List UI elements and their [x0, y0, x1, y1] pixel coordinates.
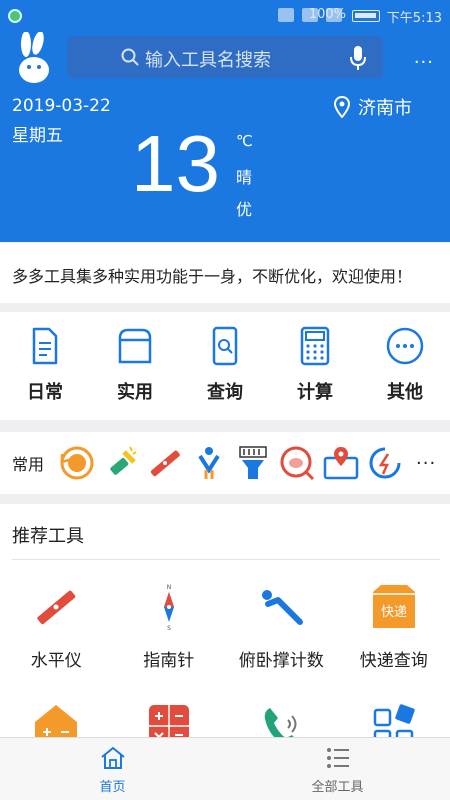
compass-icon: N S: [163, 584, 174, 632]
nav-all-tools-label: 全部工具: [311, 780, 364, 795]
level-icon[interactable]: [146, 444, 184, 482]
tool-label: 水平仪: [30, 651, 82, 671]
frequent-more-button[interactable]: ···: [416, 453, 436, 474]
temperature: 13: [131, 119, 220, 208]
bottom-nav: 首页 全部工具: [0, 737, 450, 800]
tool-level[interactable]: 水平仪: [0, 582, 113, 702]
home-icon: [100, 746, 125, 769]
recommended-title: 推荐工具: [12, 526, 84, 547]
flashlight-icon[interactable]: [102, 444, 140, 482]
notification-icon: [8, 9, 22, 23]
list-icon: [326, 748, 349, 768]
mute-icon: [278, 8, 294, 22]
category-query[interactable]: 查询: [180, 312, 270, 420]
location-selector[interactable]: 济南市: [334, 94, 412, 120]
more-menu-icon[interactable]: ···: [414, 52, 434, 73]
category-label: 查询: [207, 382, 243, 403]
nav-home[interactable]: 首页: [0, 738, 225, 800]
category-daily[interactable]: 日常: [0, 312, 90, 420]
category-calculate[interactable]: 计算: [270, 312, 360, 420]
search-icon: [121, 48, 139, 66]
weather-condition: 晴: [236, 168, 253, 187]
tool-pushup[interactable]: 俯卧撑计数: [225, 582, 338, 702]
svg-text:N: N: [167, 584, 172, 591]
pig-search-icon[interactable]: [278, 444, 316, 482]
search-bar[interactable]: 输入工具名搜索: [67, 36, 383, 78]
notice-banner: 多多工具集多种实用功能于一身，不断优化，欢迎使用！: [0, 243, 450, 303]
category-practical[interactable]: 实用: [90, 312, 180, 420]
battery-icon: [352, 10, 380, 22]
speed-test-icon[interactable]: [366, 444, 404, 482]
location-pin-icon: [334, 96, 350, 118]
more-circle-icon: [386, 327, 424, 365]
category-label: 其他: [387, 382, 423, 403]
barcode-scanner-icon[interactable]: [234, 444, 272, 482]
air-quality: 优: [236, 200, 253, 219]
frequent-tools-row: 常用 ···: [0, 432, 450, 494]
tool-compass[interactable]: N S 指南针: [113, 582, 226, 702]
category-label: 计算: [297, 382, 333, 403]
category-row: 日常 实用 查询 计算 其他: [0, 312, 450, 420]
tool-label: 俯卧撑计数: [238, 651, 324, 671]
phone-search-icon: [212, 326, 238, 366]
document-icon: [32, 327, 58, 365]
category-label: 日常: [27, 382, 63, 403]
search-placeholder: 输入工具名搜索: [145, 50, 271, 71]
frequent-label: 常用: [12, 455, 45, 474]
level-icon: [37, 590, 76, 625]
date: 2019-03-22: [12, 96, 111, 116]
status-bar: 100% 下午5:13: [0, 0, 450, 32]
divider: [12, 559, 440, 560]
category-label: 实用: [117, 382, 153, 403]
express-box-icon: 快递: [372, 585, 415, 628]
history-icon[interactable]: [58, 444, 96, 482]
express-box-text: 快递: [381, 605, 407, 620]
city-name: 济南市: [358, 98, 412, 119]
svg-text:S: S: [167, 625, 171, 632]
nav-all-tools[interactable]: 全部工具: [225, 738, 450, 800]
tool-label: 指南针: [143, 651, 195, 671]
tool-express[interactable]: 快递 快递查询: [338, 582, 450, 702]
weekday: 星期五: [12, 126, 63, 146]
tool-label: 快递查询: [359, 651, 428, 671]
clock: 下午5:13: [386, 11, 442, 26]
calculator-icon: [300, 326, 330, 366]
pushup-icon: [262, 590, 304, 625]
battery-percent: 100%: [308, 7, 346, 22]
weather-header: 输入工具名搜索 ··· 2019-03-22 星期五 济南市 13 ℃ 晴 优: [0, 32, 450, 242]
category-other[interactable]: 其他: [360, 312, 450, 420]
pushup-icon[interactable]: [190, 444, 228, 482]
map-location-icon[interactable]: [322, 444, 360, 482]
rabbit-logo-icon[interactable]: [14, 32, 54, 84]
box-icon: [118, 328, 152, 364]
microphone-icon[interactable]: [349, 45, 367, 71]
temperature-unit: ℃: [236, 132, 253, 150]
nav-home-label: 首页: [99, 780, 126, 795]
